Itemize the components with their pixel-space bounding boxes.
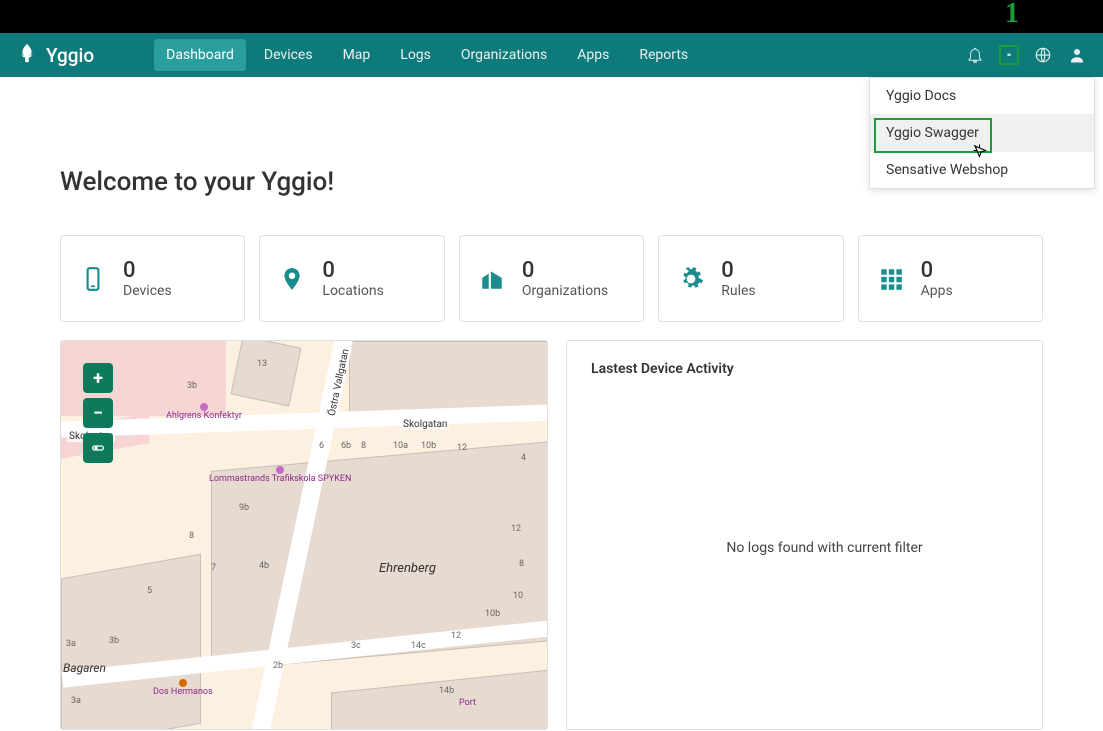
card-count: 0 (721, 258, 755, 283)
nav-logs[interactable]: Logs (388, 39, 443, 71)
nav-organizations[interactable]: Organizations (449, 39, 559, 71)
card-label: Locations (322, 283, 383, 299)
map-zoom-in-button[interactable]: + (83, 363, 113, 393)
card-count: 0 (123, 258, 172, 283)
card-count: 0 (522, 258, 608, 283)
language-globe-icon[interactable] (1033, 45, 1053, 65)
map-canvas[interactable]: Skolgatan Östra Vallgatan Skolgatan Ehre… (61, 341, 547, 729)
map-layers-button[interactable] (83, 433, 113, 463)
browser-top-bar: 1 (0, 0, 1103, 33)
card-label: Organizations (522, 283, 608, 299)
map-zoom-out-button[interactable]: − (83, 398, 113, 428)
phone-icon (79, 265, 107, 293)
nav-apps[interactable]: Apps (565, 39, 621, 71)
dashboard-panels: Skolgatan Östra Vallgatan Skolgatan Ehre… (60, 340, 1043, 730)
nav-links: Dashboard Devices Map Logs Organizations… (154, 39, 700, 71)
map-poi-ahlgrens: Ahlgrens Konfektyr (166, 403, 242, 422)
activity-title: Lastest Device Activity (591, 361, 1018, 377)
gear-icon (677, 265, 705, 293)
map-road-skolgatan: Skolgatan (401, 419, 449, 430)
brand[interactable]: Yggio (16, 42, 94, 69)
map-poi-port: Port (459, 699, 476, 709)
nav-devices[interactable]: Devices (252, 39, 325, 71)
activity-empty-message: No logs found with current filter (726, 540, 922, 556)
card-organizations[interactable]: 0Organizations (459, 235, 644, 322)
map-poi-spyken: Lommastrands Trafikskola SPYKEN (209, 466, 351, 485)
nav-reports[interactable]: Reports (627, 39, 700, 71)
brand-text: Yggio (46, 44, 94, 67)
card-rules[interactable]: 0Rules (658, 235, 843, 322)
card-apps[interactable]: 0Apps (858, 235, 1043, 322)
grid-icon (877, 265, 905, 293)
docs-dropdown: Yggio Docs Yggio Swagger Sensative Websh… (869, 77, 1095, 189)
nav-map[interactable]: Map (331, 39, 383, 71)
activity-panel: Lastest Device Activity No logs found wi… (566, 340, 1043, 730)
card-label: Devices (123, 283, 172, 299)
brand-tree-icon (16, 42, 38, 69)
notifications-bell-icon[interactable] (965, 45, 985, 65)
map-panel[interactable]: Skolgatan Östra Vallgatan Skolgatan Ehre… (60, 340, 548, 730)
book-icon (1007, 46, 1011, 64)
map-poi-doshermanos: Dos Hermanos (153, 679, 213, 698)
nav-dashboard[interactable]: Dashboard (154, 39, 246, 71)
annotation-callout-1: 1 (1005, 0, 1019, 30)
nav-right (965, 45, 1087, 65)
card-label: Rules (721, 283, 755, 299)
docs-menu-button[interactable] (999, 45, 1019, 65)
map-district-bagaren: Bagaren (63, 661, 106, 675)
card-count: 0 (921, 258, 953, 283)
card-label: Apps (921, 283, 953, 299)
buildings-icon (478, 265, 506, 293)
card-devices[interactable]: 0Devices (60, 235, 245, 322)
main-navbar: Yggio Dashboard Devices Map Logs Organiz… (0, 33, 1103, 77)
card-locations[interactable]: 0Locations (259, 235, 444, 322)
user-account-icon[interactable] (1067, 45, 1087, 65)
card-count: 0 (322, 258, 383, 283)
pin-icon (278, 265, 306, 293)
map-district-ehrenberg: Ehrenberg (379, 561, 436, 576)
summary-cards: 0Devices 0Locations 0Organizations 0Rule… (60, 235, 1043, 322)
dropdown-yggio-docs[interactable]: Yggio Docs (870, 78, 1094, 115)
cursor-icon (972, 143, 990, 165)
